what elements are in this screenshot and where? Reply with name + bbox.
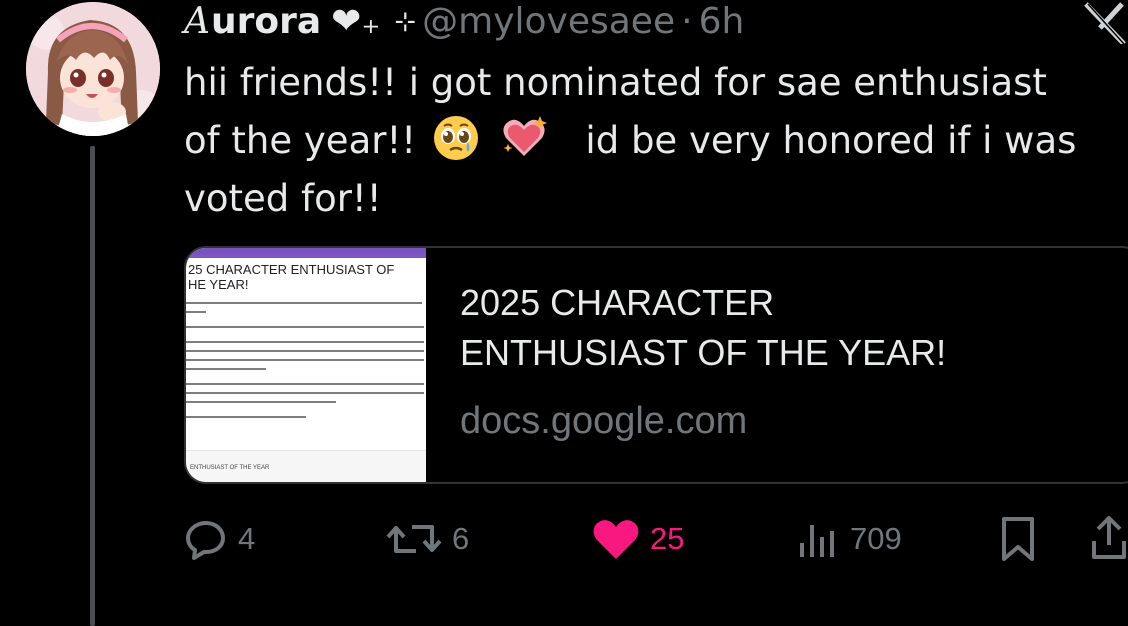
separator: · [681, 1, 693, 42]
tweet-text-line-1: hii friends!! i got nominated for sae en… [184, 61, 1047, 104]
avatar[interactable] [26, 2, 160, 136]
link-preview-domain: docs.google.com [460, 400, 748, 442]
share-button[interactable] [1090, 514, 1128, 564]
repost-icon [386, 525, 442, 553]
thread-line [90, 146, 95, 626]
user-handle[interactable]: @mylovesaee [422, 2, 675, 42]
views-button[interactable]: 709 [796, 514, 902, 564]
bookmark-button[interactable] [998, 514, 1038, 564]
views-icon [800, 525, 834, 557]
share-icon [1092, 516, 1126, 559]
reply-count: 4 [238, 521, 256, 556]
sparkling-heart-icon [503, 116, 547, 156]
name-sparkle: ⊹ [394, 7, 417, 37]
tweet[interactable]: Aurora ❤₊ ⊹ @mylovesaee · 6h hii friends… [0, 0, 1128, 626]
avatar-image [26, 2, 160, 136]
repost-button[interactable]: 6 [386, 514, 469, 564]
like-button[interactable]: 25 [592, 514, 684, 564]
link-preview-title: 2025 CHARACTER ENTHUSIAST OF THE YEAR! [460, 282, 947, 373]
more-options-icon[interactable] [1078, 0, 1128, 46]
tweet-text-line-2: of the year!! id be very honored if i wa… [184, 112, 1114, 170]
tweet-text-line-3: voted for!! [184, 177, 382, 220]
views-count: 709 [850, 521, 902, 556]
display-name[interactable]: Aurora [184, 2, 321, 42]
like-count: 25 [650, 521, 685, 556]
heart-icon [593, 520, 639, 559]
tweet-actions: 4 6 25 709 [184, 514, 1128, 564]
thumbnail-title: 25 CHARACTER ENTHUSIAST OF HE YEAR! [188, 262, 395, 292]
tweet-text: hii friends!! i got nominated for sae en… [184, 54, 1114, 228]
repost-count: 6 [452, 521, 470, 556]
thumbnail-body-lines [186, 302, 426, 425]
pleading-face-with-tear-icon [433, 116, 478, 160]
timestamp[interactable]: 6h [699, 2, 745, 42]
thumbnail-footer: ENTHUSIAST OF THE YEAR [186, 450, 426, 482]
reply-button[interactable]: 4 [184, 514, 255, 564]
reply-icon [186, 521, 225, 560]
bookmark-icon [1002, 517, 1034, 561]
link-preview-card[interactable]: 25 CHARACTER ENTHUSIAST OF HE YEAR! ENTH… [184, 246, 1128, 484]
link-preview-thumbnail: 25 CHARACTER ENTHUSIAST OF HE YEAR! ENTH… [186, 248, 426, 482]
name-hearts: ❤₊ [331, 1, 381, 42]
tweet-header: Aurora ❤₊ ⊹ @mylovesaee · 6h [184, 0, 744, 44]
